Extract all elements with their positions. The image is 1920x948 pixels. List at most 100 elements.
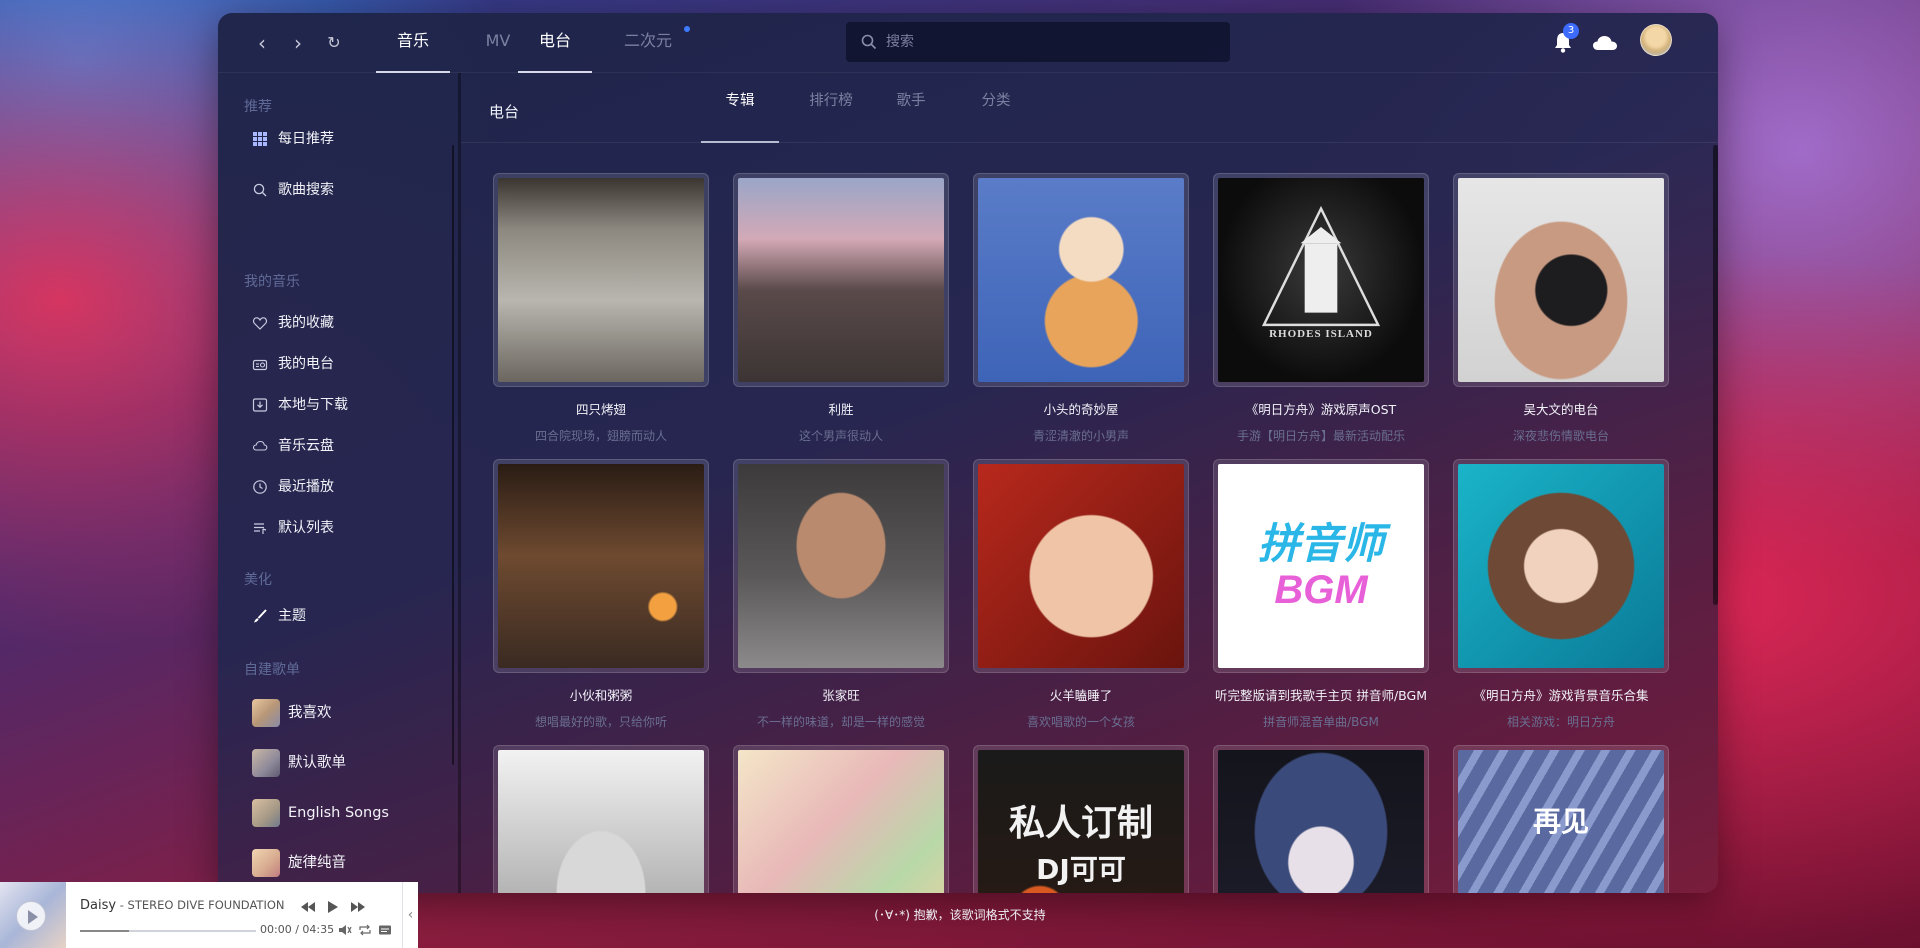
sidebar-item-label: 本地与下载 xyxy=(278,397,348,413)
album-cover[interactable]: 私人订制 DJ可可 xyxy=(973,745,1189,893)
sidebar-group-my-music: 我的音乐 xyxy=(244,274,300,290)
tab-anime[interactable]: 二次元 xyxy=(608,13,688,73)
playlist-cover xyxy=(252,749,280,777)
sidebar-item-local-download[interactable]: 本地与下载 xyxy=(252,391,348,419)
tab-categories[interactable]: 分类 xyxy=(966,73,1026,143)
sidebar-item-label: 主题 xyxy=(278,608,306,624)
cover-text: 拼音师 xyxy=(1257,519,1384,568)
tab-music[interactable]: 音乐 xyxy=(376,13,450,73)
search-box[interactable] xyxy=(846,22,1230,62)
sidebar-item-label: 歌曲搜索 xyxy=(278,182,334,198)
lyrics-icon[interactable] xyxy=(378,924,392,936)
sidebar-item-label: 我的收藏 xyxy=(278,315,334,331)
album-cover[interactable] xyxy=(973,173,1189,387)
album-cover[interactable] xyxy=(733,173,949,387)
sidebar-item-label: 最近播放 xyxy=(278,479,334,495)
album-desc: 喜欢唱歌的一个女孩 xyxy=(1026,715,1135,729)
sidebar-group-beautify: 美化 xyxy=(244,572,272,588)
heart-icon xyxy=(252,317,268,330)
sidebar-item-my-radio[interactable]: 我的电台 xyxy=(252,350,334,378)
sub-nav: 电台 专辑 排行榜 歌手 分类 xyxy=(461,73,1718,143)
album-desc: 不一样的味道，却是一样的感觉 xyxy=(756,715,925,729)
album-cover[interactable] xyxy=(493,745,709,893)
sidebar-item-label: 默认列表 xyxy=(278,520,334,536)
playlist-item-default[interactable]: 默认歌单 xyxy=(252,747,346,779)
album-desc: 这个男声很动人 xyxy=(798,429,883,443)
rhodes-island-logo xyxy=(1261,205,1381,327)
album-cover[interactable] xyxy=(1213,745,1429,893)
album-cover[interactable] xyxy=(1453,459,1669,673)
search-icon xyxy=(253,183,267,197)
playlist-cover xyxy=(252,699,280,727)
album-title[interactable]: 听完整版请到我歌手主页 拼音师/BGM xyxy=(1193,685,1449,704)
album-title[interactable]: 小伙和粥粥 xyxy=(473,685,729,704)
sidebar-item-daily[interactable]: 每日推荐 xyxy=(252,125,334,153)
album-cover[interactable] xyxy=(493,173,709,387)
refresh-icon[interactable]: ↻ xyxy=(322,31,346,55)
album-cover[interactable] xyxy=(733,459,949,673)
cover-text-secondary: DJ可可 xyxy=(1036,853,1126,886)
album-title[interactable]: 《明日方舟》游戏原声OST xyxy=(1193,399,1449,418)
loop-icon[interactable] xyxy=(358,924,372,936)
playlist-item-melody[interactable]: 旋律纯音 xyxy=(252,847,346,879)
tab-singers[interactable]: 歌手 xyxy=(881,73,941,143)
grid-icon xyxy=(253,132,267,146)
tab-dot-indicator xyxy=(684,26,690,32)
album-cover[interactable] xyxy=(973,459,1189,673)
tab-radio[interactable]: 电台 xyxy=(518,13,592,73)
volume-icon[interactable] xyxy=(338,924,352,936)
playback-time: 00:00 / 04:35 xyxy=(260,923,335,936)
album-cover[interactable] xyxy=(1453,173,1669,387)
album-title[interactable]: 小头的奇妙屋 xyxy=(953,399,1209,418)
tab-albums[interactable]: 专辑 xyxy=(701,73,779,143)
album-title[interactable]: 张家旺 xyxy=(713,685,969,704)
back-icon[interactable]: ‹ xyxy=(250,31,274,55)
sidebar-item-recent[interactable]: 最近播放 xyxy=(252,473,334,501)
album-desc: 青涩清澈的小男声 xyxy=(1032,429,1129,443)
forward-icon[interactable]: › xyxy=(286,31,310,55)
album-cover[interactable]: 再见 xyxy=(1453,745,1669,893)
search-icon xyxy=(861,34,877,50)
content-scrollbar[interactable] xyxy=(1713,145,1718,605)
progress-fill xyxy=(80,930,130,932)
sidebar-item-label: 我的电台 xyxy=(278,356,334,372)
search-input[interactable] xyxy=(886,22,1216,62)
album-desc: 想唱最好的歌，只给你听 xyxy=(534,715,667,729)
playlist-item-liked[interactable]: 我喜欢 xyxy=(252,697,332,729)
user-avatar[interactable] xyxy=(1640,24,1672,56)
playlist-label: 我喜欢 xyxy=(288,705,332,721)
album-cover[interactable]: RHODES ISLAND xyxy=(1213,173,1429,387)
album-title[interactable]: 吴大文的电台 xyxy=(1433,399,1689,418)
sidebar-item-song-search[interactable]: 歌曲搜索 xyxy=(252,176,334,204)
album-cover[interactable]: 拼音师 BGM xyxy=(1213,459,1429,673)
playlist-label: English Songs xyxy=(288,805,389,821)
album-title[interactable]: 四只烤翅 xyxy=(473,399,729,418)
sidebar-item-cloud-disk[interactable]: 音乐云盘 xyxy=(252,432,334,460)
album-title[interactable]: 火羊瞌睡了 xyxy=(953,685,1209,704)
cover-text: RHODES ISLAND xyxy=(1269,328,1373,340)
playlist-label: 默认歌单 xyxy=(288,755,346,771)
app-window: ‹ › ↻ 音乐 MV 电台 二次元 3 推荐 每日推荐 歌曲搜索 我的音乐 我… xyxy=(218,13,1718,893)
sidebar-item-theme[interactable]: 主题 xyxy=(252,602,306,630)
notification-badge: 3 xyxy=(1563,23,1579,39)
sidebar-item-default-list[interactable]: 默认列表 xyxy=(252,514,334,542)
playlist-item-english-songs[interactable]: English Songs xyxy=(252,797,389,829)
playlist-cover xyxy=(252,799,280,827)
sidebar-scrollbar[interactable] xyxy=(452,145,454,765)
page-title: 电台 xyxy=(489,103,520,121)
sidebar-group-custom-playlists: 自建歌单 xyxy=(244,662,300,678)
cloud-icon[interactable] xyxy=(1591,33,1619,53)
album-title[interactable]: 《明日方舟》游戏背景音乐合集 xyxy=(1433,685,1689,704)
album-desc: 四合院现场，翅膀而动人 xyxy=(534,429,667,443)
sidebar-item-favorites[interactable]: 我的收藏 xyxy=(252,309,334,337)
progress-bar[interactable] xyxy=(80,930,256,932)
sidebar-group-recommend: 推荐 xyxy=(244,99,272,115)
tab-rankings[interactable]: 排行榜 xyxy=(796,73,866,143)
brush-icon xyxy=(254,609,267,623)
sidebar: 推荐 每日推荐 歌曲搜索 我的音乐 我的收藏 我的电台 本地与下载 音乐云盘 最… xyxy=(218,73,454,893)
album-title[interactable]: 利胜 xyxy=(713,399,969,418)
playlist-cover xyxy=(252,849,280,877)
sidebar-item-label: 音乐云盘 xyxy=(278,438,334,454)
album-cover[interactable] xyxy=(493,459,709,673)
album-cover[interactable] xyxy=(733,745,949,893)
